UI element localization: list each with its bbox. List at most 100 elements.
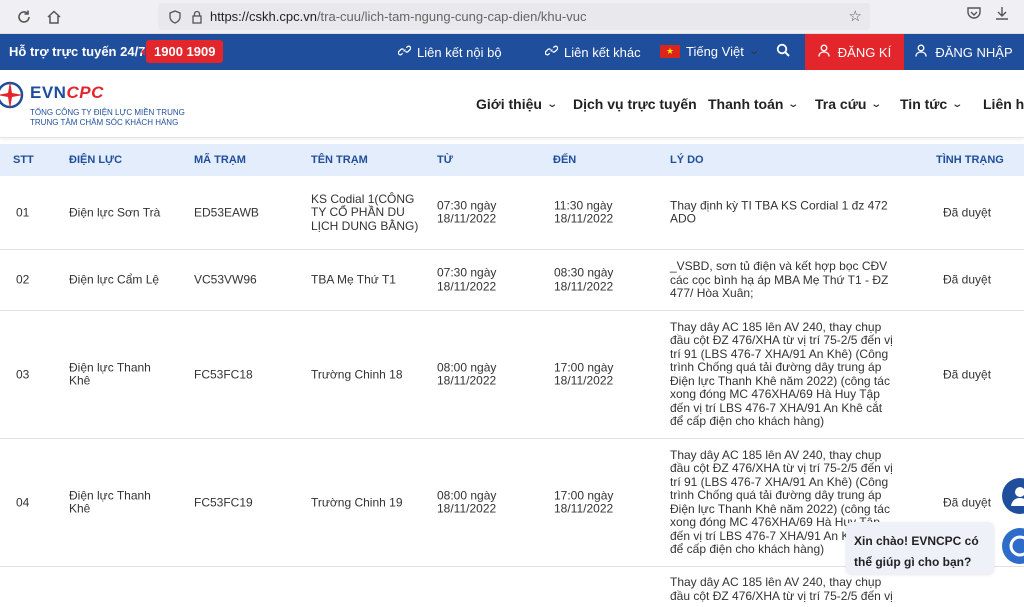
pocket-icon[interactable] xyxy=(962,5,986,25)
login-button[interactable]: ĐĂNG NHẬP xyxy=(904,34,1024,70)
cell-tinh-trang: Đã duyệt xyxy=(943,272,992,287)
support-label: Hỗ trợ trực tuyến 24/7: xyxy=(9,44,150,59)
col-den: ĐẾN xyxy=(553,154,577,166)
cell-ten-tram: TBA Mẹ Thứ T1 xyxy=(311,272,396,287)
register-label: ĐĂNG KÍ xyxy=(837,44,892,60)
evncpc-logo-icon[interactable] xyxy=(0,78,24,112)
cell-ly-do: _VSBD, sơn tủ điện và kết hợp bọc CĐV cá… xyxy=(670,258,889,300)
cell-dien-luc: Điện lực Sơn Trà xyxy=(69,204,161,219)
cell-ten-tram: KS Codial 1(CÔNG TY CỔ PHẦN DU LỊCH DUNG… xyxy=(311,191,419,233)
menu-tra-cuu[interactable]: Tra cứu ⌄ xyxy=(815,96,883,112)
cell-ma-tram: FC53FC19 xyxy=(194,494,253,509)
cell-den: 08:30 ngày 18/11/2022 xyxy=(554,265,614,293)
login-label: ĐĂNG NHẬP xyxy=(935,44,1013,60)
cell-ten-tram: Trường Chinh 19 xyxy=(311,494,403,509)
cell-den: 17:00 ngày 18/11/2022 xyxy=(554,488,614,516)
cell-tinh-trang: Đã duyệt xyxy=(943,366,992,381)
cell-ma-tram: VC53VW96 xyxy=(194,272,257,287)
link-icon xyxy=(397,44,412,60)
cell-ly-do: Thay định kỳ TI TBA KS Cordial 1 đz 472 … xyxy=(670,198,888,226)
menu-dich-vu[interactable]: Dịch vụ trực tuyến xyxy=(573,96,697,112)
register-button[interactable]: ĐĂNG KÍ xyxy=(805,34,904,70)
menu-gioi-thieu[interactable]: Giới thiệu ⌄ xyxy=(476,96,559,112)
site-header: EVNCPC TỔNG CÔNG TY ĐIỆN LỰC MIỀN TRUNG … xyxy=(0,70,1024,138)
cell-ly-do: Thay dây AC 185 lên AV 240, thay chụp đầ… xyxy=(670,575,893,603)
cell-tinh-trang: Đã duyệt xyxy=(943,204,992,219)
cell-stt: 04 xyxy=(16,494,30,509)
internal-link-label: Liên kết nội bộ xyxy=(417,44,502,60)
user-icon xyxy=(818,44,830,60)
brand-evn: EVN xyxy=(30,83,67,102)
url-host: https://cskh.cpc.vn xyxy=(210,9,317,24)
cell-ten-tram: Trường Chinh 18 xyxy=(311,366,403,381)
col-stt: STT xyxy=(13,154,34,166)
cell-dien-luc: Điện lực Thanh Khê xyxy=(69,488,151,516)
menu-label: Giới thiệu xyxy=(476,96,542,112)
bookmark-star-icon[interactable]: ☆ xyxy=(849,7,862,25)
cell-ly-do: Thay dây AC 185 lên AV 240, thay chụp đầ… xyxy=(670,319,893,428)
chevron-down-icon: ⌄ xyxy=(951,98,964,110)
menu-label: Liên hệ xyxy=(983,96,1024,112)
cell-dien-luc: Điện lực Thanh Khê xyxy=(69,360,151,388)
brand-cpc: CPC xyxy=(66,83,104,102)
cell-stt: 01 xyxy=(16,204,30,219)
col-ma-tram: MÃ TRẠM xyxy=(194,154,246,166)
home-icon[interactable] xyxy=(40,3,68,31)
top-bar: Hỗ trợ trực tuyến 24/7: 1900 1909 Liên k… xyxy=(0,34,1024,70)
brand-subtitle-1: TỔNG CÔNG TY ĐIỆN LỰC MIỀN TRUNG xyxy=(30,108,185,117)
shield-icon xyxy=(166,8,184,26)
reload-icon[interactable] xyxy=(10,3,38,31)
chat-bot-icon[interactable] xyxy=(1002,528,1024,564)
language-label: Tiếng Việt xyxy=(686,44,744,59)
menu-label: Tin tức xyxy=(900,96,948,112)
table-row[interactable]: 01 Điện lực Sơn Trà ED53EAWB KS Codial 1… xyxy=(0,176,1024,250)
chevron-down-icon: ⌄ xyxy=(748,46,760,57)
table-header: STT ĐIỆN LỰC MÃ TRẠM TÊN TRẠM TỪ ĐẾN LÝ … xyxy=(0,144,1024,176)
other-link[interactable]: Liên kết khác xyxy=(544,44,641,60)
cell-tu: 08:00 ngày 18/11/2022 xyxy=(437,360,497,388)
cell-dien-luc: Điện lực Cẩm Lệ xyxy=(69,272,160,287)
other-link-label: Liên kết khác xyxy=(564,44,641,60)
cell-ma-tram: FC53FC18 xyxy=(194,366,253,381)
col-dien-luc: ĐIỆN LỰC xyxy=(69,154,123,166)
internal-link[interactable]: Liên kết nội bộ xyxy=(397,44,502,60)
url-path: /tra-cuu/lich-tam-ngung-cung-cap-dien/kh… xyxy=(316,9,587,24)
cell-tu: 08:00 ngày 18/11/2022 xyxy=(437,488,497,516)
link-icon xyxy=(544,44,559,60)
chat-avatar-icon[interactable] xyxy=(1002,478,1024,514)
cell-stt: 02 xyxy=(16,272,30,287)
table-row[interactable]: 02 Điện lực Cẩm Lệ VC53VW96 TBA Mẹ Thứ T… xyxy=(0,250,1024,311)
menu-thanh-toan[interactable]: Thanh toán ⌄ xyxy=(708,96,800,112)
search-icon[interactable] xyxy=(776,43,790,57)
user-icon xyxy=(915,44,927,60)
cell-tu: 07:30 ngày 18/11/2022 xyxy=(437,265,497,293)
chevron-down-icon: ⌄ xyxy=(546,98,559,110)
menu-label: Tra cứu xyxy=(815,96,867,112)
cell-ma-tram: ED53EAWB xyxy=(194,204,259,219)
lock-icon xyxy=(188,8,206,26)
brand-subtitle-2: TRUNG TÂM CHĂM SÓC KHÁCH HÀNG xyxy=(30,118,179,127)
menu-label: Thanh toán xyxy=(708,96,784,112)
hotline-badge[interactable]: 1900 1909 xyxy=(140,40,224,63)
cell-tu: 07:30 ngày 18/11/2022 xyxy=(437,198,497,226)
download-icon[interactable] xyxy=(990,5,1014,25)
col-tu: TỪ xyxy=(437,154,453,166)
col-tinh-trang: TÌNH TRẠNG xyxy=(936,154,1004,166)
browser-toolbar: https://cskh.cpc.vn/tra-cuu/lich-tam-ngu… xyxy=(0,0,1024,34)
vietnam-flag-icon xyxy=(660,45,680,58)
menu-tin-tuc[interactable]: Tin tức ⌄ xyxy=(900,96,964,112)
cell-den: 11:30 ngày 18/11/2022 xyxy=(554,198,614,226)
brand-name: EVNCPC xyxy=(30,83,104,103)
chevron-down-icon: ⌄ xyxy=(870,98,883,110)
language-select[interactable]: Tiếng Việt ⌄ xyxy=(660,44,760,59)
cell-den: 17:00 ngày 18/11/2022 xyxy=(554,360,614,388)
cell-tinh-trang: Đã duyệt xyxy=(943,494,992,509)
chat-greeting-bubble[interactable]: Xin chào! EVNCPC có thể giúp gì cho bạn? xyxy=(846,522,994,574)
address-bar[interactable]: https://cskh.cpc.vn/tra-cuu/lich-tam-ngu… xyxy=(158,3,870,30)
chevron-down-icon: ⌄ xyxy=(787,98,800,110)
table-row[interactable]: 03 Điện lực Thanh Khê FC53FC18 Trường Ch… xyxy=(0,311,1024,439)
cell-stt: 03 xyxy=(16,366,30,381)
menu-lien-he[interactable]: Liên hệ xyxy=(983,96,1024,112)
menu-label: Dịch vụ trực tuyến xyxy=(573,96,697,112)
col-ly-do: LÝ DO xyxy=(670,154,704,166)
